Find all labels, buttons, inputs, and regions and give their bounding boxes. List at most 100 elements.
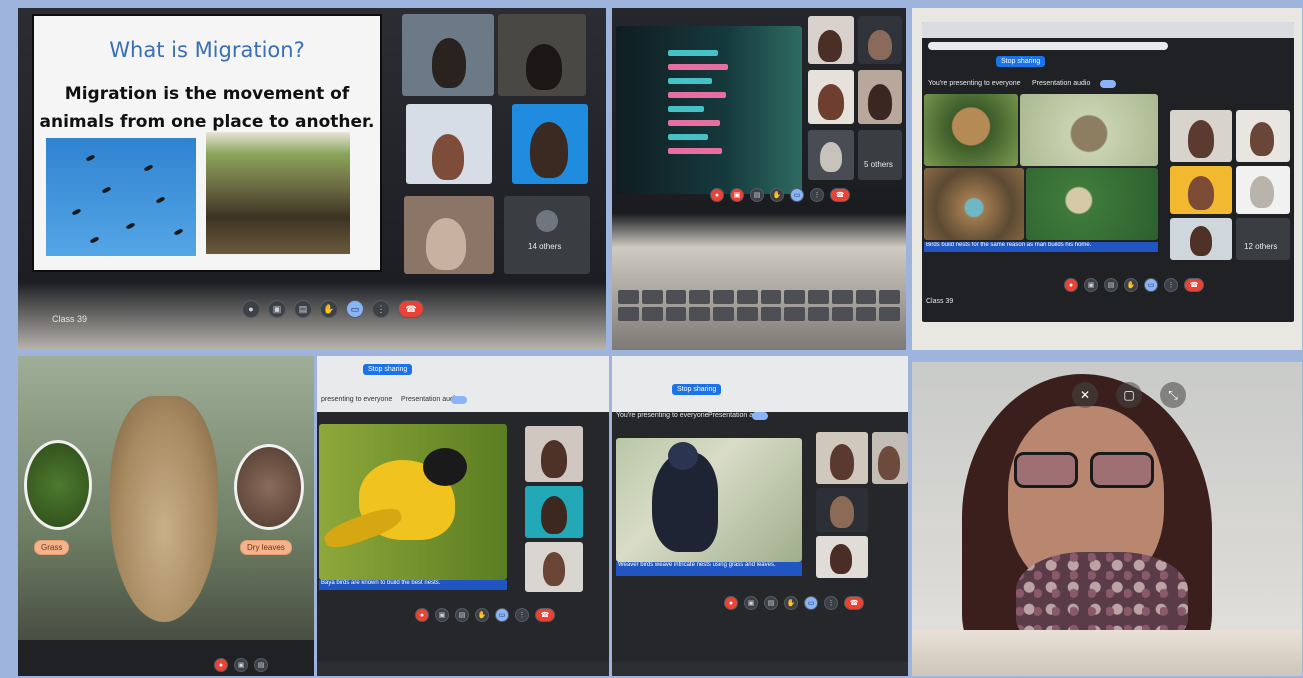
- raise-hand-icon[interactable]: ✋: [784, 596, 798, 610]
- more-options-icon[interactable]: ⋮: [824, 596, 838, 610]
- grass-image: [24, 440, 92, 530]
- mic-off-icon[interactable]: ●: [724, 596, 738, 610]
- captions-icon[interactable]: ▤: [750, 188, 764, 202]
- captions-icon[interactable]: ▤: [764, 596, 778, 610]
- camera-icon[interactable]: ▣: [1084, 278, 1098, 292]
- leave-call-icon[interactable]: ☎: [535, 608, 555, 622]
- participant-tile: [498, 14, 586, 96]
- photo-collage: What is Migration? Migration is the move…: [0, 0, 1303, 678]
- participant-tile: [525, 426, 583, 482]
- browser-window: Stop sharing You're presenting to everyo…: [922, 22, 1294, 322]
- nest-image: [924, 168, 1024, 240]
- participant-tile: [1170, 110, 1232, 162]
- raise-hand-icon[interactable]: ✋: [770, 188, 784, 202]
- mic-off-icon[interactable]: ●: [214, 658, 228, 672]
- camera-off-icon[interactable]: ▣: [730, 188, 744, 202]
- captions-icon[interactable]: ▤: [294, 300, 312, 318]
- participant-tile: [404, 196, 494, 274]
- more-options-icon[interactable]: ⋮: [372, 300, 390, 318]
- nest-image: [1020, 94, 1158, 166]
- participant-tile: [1170, 218, 1232, 260]
- laptop-keyboard: [618, 290, 900, 321]
- present-icon[interactable]: ▭: [804, 596, 818, 610]
- photo-presenting-nests: Stop sharing You're presenting to everyo…: [912, 8, 1302, 350]
- leave-call-icon[interactable]: ☎: [398, 300, 424, 318]
- stop-sharing-button[interactable]: Stop sharing: [363, 364, 413, 375]
- leave-call-icon[interactable]: ☎: [830, 188, 850, 202]
- participant-tile: [1170, 166, 1232, 214]
- minimize-icon[interactable]: ⤡: [1160, 382, 1186, 408]
- mic-off-icon[interactable]: ●: [415, 608, 429, 622]
- leave-call-icon[interactable]: ☎: [1184, 278, 1204, 292]
- captions-icon[interactable]: ▤: [455, 608, 469, 622]
- presentation-audio-toggle[interactable]: [1100, 80, 1116, 88]
- photo-migration-slide: What is Migration? Migration is the move…: [18, 8, 606, 350]
- wildebeest-herd-image: [206, 132, 350, 254]
- pin-icon[interactable]: ✕: [1072, 382, 1098, 408]
- others-tile: 14 others: [504, 196, 590, 274]
- others-tile: 12 others: [1236, 218, 1290, 260]
- participant-tile: [858, 16, 902, 64]
- call-controls: ● ▣ ▤ ✋ ▭ ⋮ ☎: [724, 596, 864, 610]
- photo-nest-materials: Grass Dry leaves ● ▣ ▤: [18, 356, 314, 676]
- participant-tile: [406, 104, 492, 184]
- captions-icon[interactable]: ▤: [1104, 278, 1118, 292]
- participant-tile: [525, 542, 583, 592]
- more-options-icon[interactable]: ⋮: [810, 188, 824, 202]
- stop-sharing-button[interactable]: Stop sharing: [996, 56, 1046, 67]
- camera-icon[interactable]: ▣: [234, 658, 248, 672]
- participant-tile: [858, 70, 902, 124]
- present-icon[interactable]: ▭: [495, 608, 509, 622]
- presentation-slide: What is Migration? Migration is the move…: [32, 14, 382, 272]
- captions-icon[interactable]: ▤: [254, 658, 268, 672]
- glasses-left: [1014, 452, 1078, 488]
- participant-tile: [512, 104, 588, 184]
- glasses-right: [1090, 452, 1154, 488]
- address-bar[interactable]: [928, 42, 1168, 50]
- slide-body: Migration is the movement of animals fro…: [39, 84, 375, 132]
- leave-call-icon[interactable]: ☎: [844, 596, 864, 610]
- camera-icon[interactable]: ▣: [744, 596, 758, 610]
- nest-image: [924, 94, 1018, 166]
- raise-hand-icon[interactable]: ✋: [475, 608, 489, 622]
- more-options-icon[interactable]: ⋮: [1164, 278, 1178, 292]
- camera-icon[interactable]: ▣: [435, 608, 449, 622]
- mic-off-icon[interactable]: ●: [710, 188, 724, 202]
- slide-title: What is Migration?: [109, 38, 305, 62]
- photo-laptop-grid: 5 others ● ▣ ▤ ✋ ▭ ⋮ ☎: [612, 8, 906, 350]
- stop-sharing-button[interactable]: Stop sharing: [672, 384, 722, 395]
- participant-tile: [816, 432, 868, 484]
- others-count: 12 others: [1244, 242, 1278, 251]
- presentation-audio-toggle[interactable]: [451, 396, 467, 404]
- photo-yellow-bird: Stop sharing presenting to everyone Pres…: [317, 356, 609, 676]
- call-controls: ● ▣ ▤ ✋ ▭ ⋮ ☎: [242, 300, 424, 318]
- dry-leaves-image: [234, 444, 304, 530]
- camera-icon[interactable]: ▣: [268, 300, 286, 318]
- participant-tile: [808, 70, 854, 124]
- call-controls: ● ▣ ▤: [214, 658, 268, 672]
- more-options-icon[interactable]: ⋮: [515, 608, 529, 622]
- participant-tile: [816, 536, 868, 578]
- dark-bird-image: [616, 438, 802, 562]
- meeting-name: Class 39: [926, 298, 954, 305]
- grass-label: Grass: [34, 540, 70, 555]
- call-controls: ● ▣ ▤ ✋ ▭ ⋮ ☎: [415, 608, 555, 622]
- yellow-bird-image: [319, 424, 507, 580]
- photo-teacher-webcam: ✕ ▢ ⤡: [912, 362, 1302, 676]
- mic-off-icon[interactable]: ●: [1064, 278, 1078, 292]
- others-tile: 5 others: [858, 130, 902, 180]
- call-controls: ● ▣ ▤ ✋ ▭ ⋮ ☎: [710, 188, 850, 202]
- present-icon[interactable]: ▭: [790, 188, 804, 202]
- presentation-audio-toggle[interactable]: [752, 412, 768, 420]
- presenting-text: You're presenting to everyone: [616, 412, 709, 419]
- frame-icon[interactable]: ▢: [1116, 382, 1142, 408]
- present-icon[interactable]: ▭: [346, 300, 364, 318]
- others-count: 5 others: [864, 160, 893, 169]
- presenting-text: You're presenting to everyone: [928, 80, 1021, 87]
- mic-icon[interactable]: ●: [242, 300, 260, 318]
- raise-hand-icon[interactable]: ✋: [1124, 278, 1138, 292]
- participant-tile: [1236, 110, 1290, 162]
- participant-tile: [872, 432, 908, 484]
- present-icon[interactable]: ▭: [1144, 278, 1158, 292]
- raise-hand-icon[interactable]: ✋: [320, 300, 338, 318]
